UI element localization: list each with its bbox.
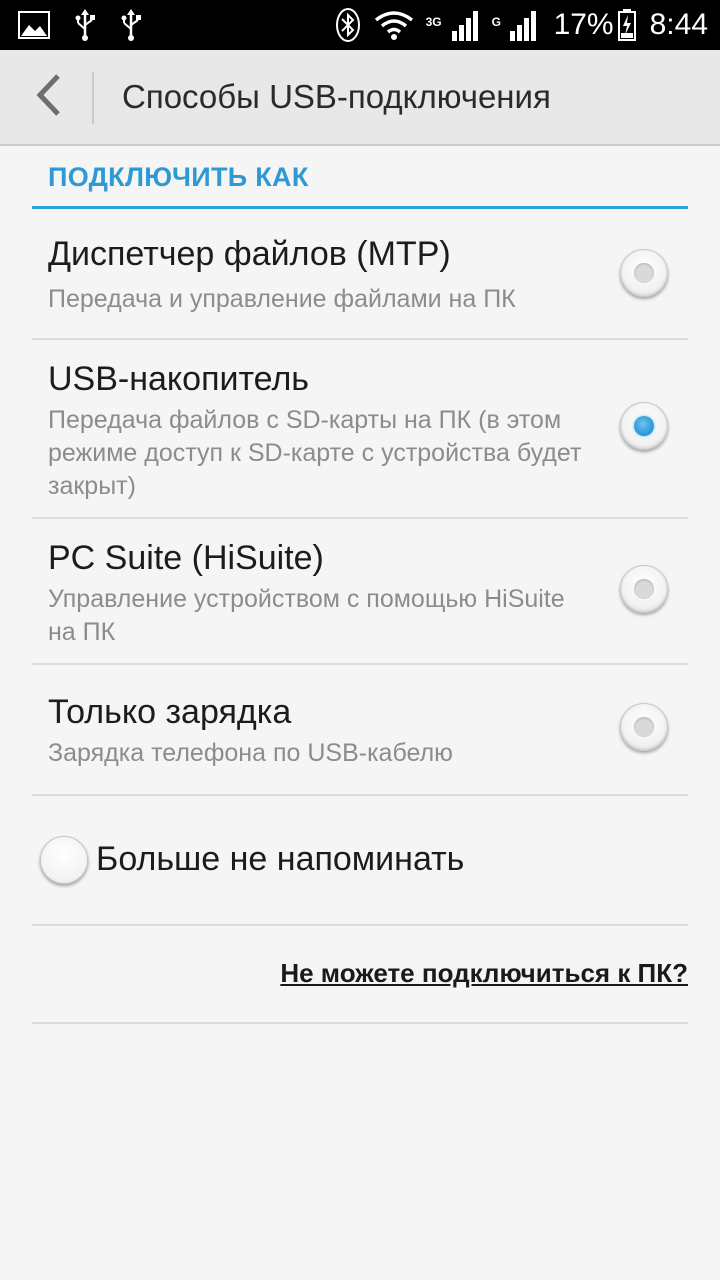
option-title: Только зарядка [48,693,292,731]
dont-remind-row[interactable]: Больше не напоминать [32,796,688,926]
notification-icons [18,0,142,50]
usb-icon [120,9,142,41]
radio-dot [634,579,654,599]
option-usb-storage[interactable]: USB-накопитель Передача файлов с SD-карт… [32,340,688,519]
option-description: Управление устройством с помощью HiSuite… [48,585,565,646]
help-row: Не можете подключиться к ПК? [32,926,688,1024]
usb-icon [74,9,96,41]
section-header-label: ПОДКЛЮЧИТЬ КАК [48,162,309,192]
dont-remind-label: Больше не напоминать [96,840,465,878]
option-description: Зарядка телефона по USB-кабелю [48,739,453,767]
radio-hisuite[interactable] [620,565,668,613]
cant-connect-link[interactable]: Не можете подключиться к ПК? [280,958,688,989]
radio-dot [634,416,654,436]
option-description: Передача файлов с SD-карты на ПК (в этом… [48,406,582,500]
option-title: PC Suite (HiSuite) [48,539,324,577]
network-type-label: G [491,15,501,29]
signal-3g-icon: 3G [425,9,480,41]
radio-dot [634,263,654,283]
action-bar-divider [92,72,94,124]
chevron-left-icon [34,73,64,121]
option-hisuite[interactable]: PC Suite (HiSuite) Управление устройство… [32,519,688,665]
radio-mtp[interactable] [620,249,668,297]
option-description: Передача и управление файлами на ПК [48,285,516,313]
signal-g-icon: G [491,9,540,41]
option-charge-only[interactable]: Только зарядка Зарядка телефона по USB-к… [32,665,688,796]
battery-percent: 17% [553,8,614,41]
network-type-label: 3G [425,15,442,29]
bluetooth-icon [335,8,360,42]
section-header: ПОДКЛЮЧИТЬ КАК [32,146,688,209]
action-bar: Способы USB-подключения [0,50,720,146]
radio-charge-only[interactable] [620,703,668,751]
clock: 8:44 [649,8,708,41]
radio-usb-storage[interactable] [620,402,668,450]
option-mtp[interactable]: Диспетчер файлов (MTP) Передача и управл… [32,209,688,340]
dont-remind-checkbox[interactable] [40,836,88,884]
page-title: Способы USB-подключения [122,78,551,115]
option-title: Диспетчер файлов (MTP) [48,235,451,273]
battery-charging-icon [617,9,636,41]
system-icons: 3G G 17% 8:44 [335,0,708,50]
wifi-icon [374,10,414,40]
status-bar: 3G G 17% 8:44 [0,0,720,50]
back-button[interactable] [24,72,74,122]
option-title: USB-накопитель [48,360,310,398]
image-icon [18,11,50,39]
radio-dot [634,717,654,737]
battery-indicator: 17% [554,0,636,50]
